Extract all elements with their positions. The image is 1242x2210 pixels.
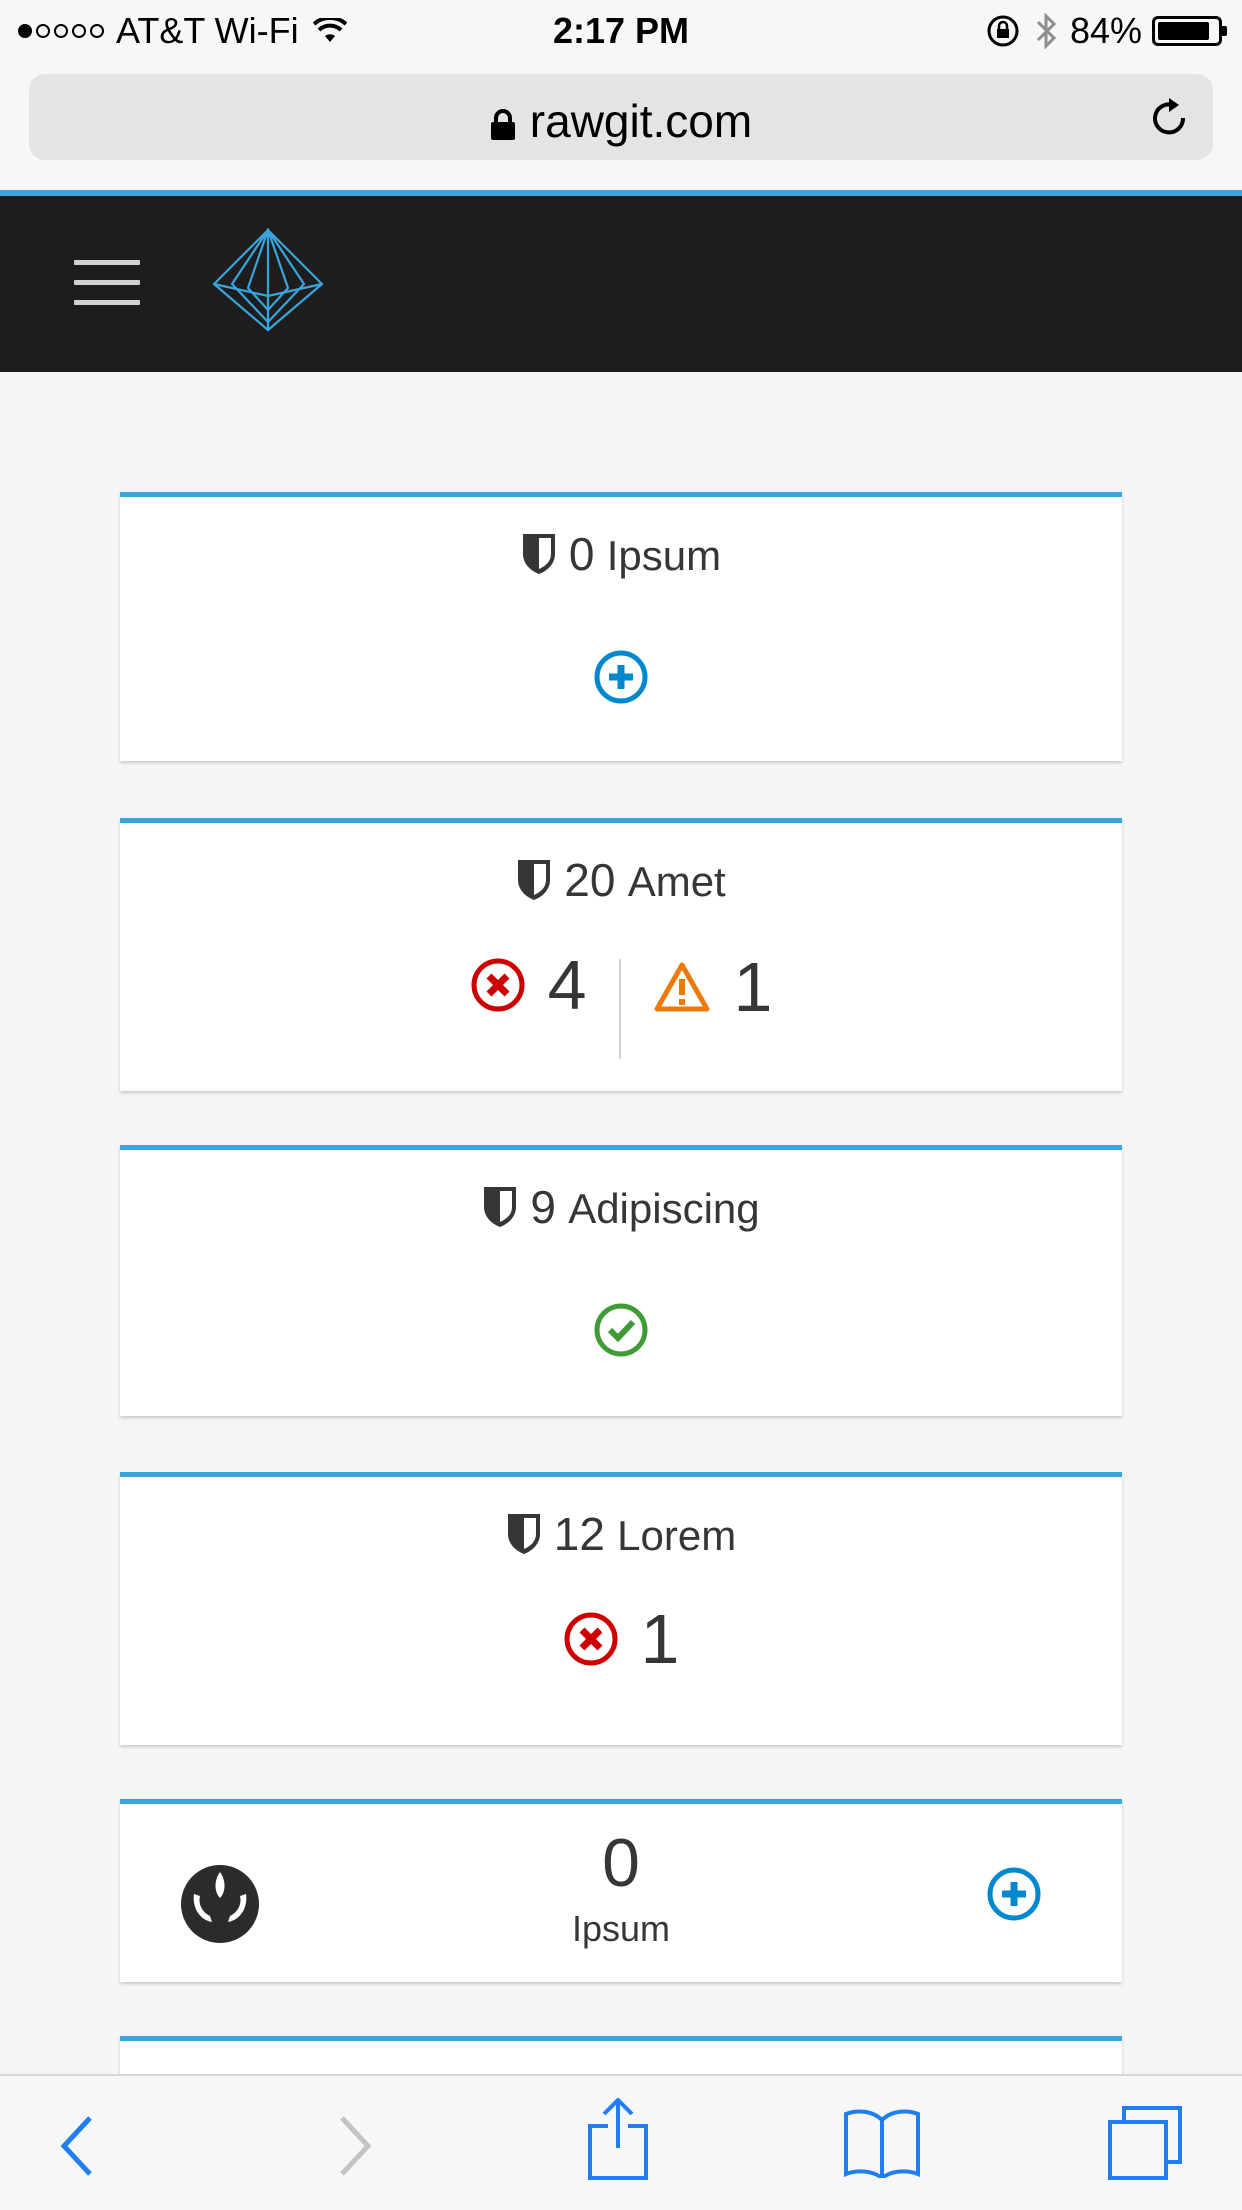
url-text: rawgit.com: [529, 95, 753, 147]
card-ipsum[interactable]: 0 Ipsum: [120, 492, 1122, 761]
card-name: Ipsum: [606, 532, 722, 579]
divider: [619, 958, 621, 1059]
error-circle-icon: [471, 958, 525, 1012]
url-field[interactable]: rawgit.com: [29, 74, 1213, 160]
add-circle-icon[interactable]: [986, 1866, 1042, 1922]
card-amet[interactable]: 20 Amet 4 1: [120, 818, 1122, 1091]
error-count: 1: [640, 1600, 680, 1678]
shield-icon: [518, 860, 551, 900]
warning-stat[interactable]: 1: [653, 947, 772, 1027]
error-stat[interactable]: 4: [470, 945, 587, 1025]
browser-toolbar: [0, 2074, 1242, 2210]
card-name: Adipiscing: [568, 1185, 760, 1232]
shield-icon: [522, 534, 555, 574]
brand-logo: [212, 228, 324, 332]
browser-address-bar: rawgit.com: [0, 64, 1242, 190]
card-rebel-ipsum[interactable]: 0 Ipsum: [120, 1799, 1122, 1982]
rotation-lock-icon: [987, 15, 1019, 47]
card-count: 20: [564, 854, 616, 906]
card-title: 20 Amet: [120, 853, 1122, 907]
back-icon[interactable]: [58, 2114, 98, 2178]
hamburger-menu-icon[interactable]: [74, 260, 140, 306]
shield-icon: [484, 1187, 517, 1227]
lock-icon: [490, 108, 515, 140]
card-name: Amet: [627, 858, 726, 905]
warning-triangle-icon: [654, 962, 710, 1012]
bluetooth-icon: [1036, 12, 1057, 50]
error-circle-icon: [564, 1612, 618, 1666]
card-adipiscing[interactable]: 9 Adipiscing: [120, 1145, 1122, 1416]
card-name: Lorem: [617, 1512, 737, 1559]
forward-icon[interactable]: [334, 2114, 374, 2178]
card-count: 12: [553, 1508, 605, 1560]
split-center: 0 Ipsum: [120, 1824, 1122, 1950]
battery-percent: 84%: [1069, 10, 1142, 51]
card-count: 0: [602, 1825, 640, 1901]
card-title: 9 Adipiscing: [120, 1180, 1122, 1234]
share-icon[interactable]: [586, 2098, 650, 2182]
card-title: 0 Ipsum: [120, 527, 1122, 581]
card-count: 0: [568, 528, 595, 580]
reload-icon[interactable]: [1149, 96, 1191, 140]
bookmarks-icon[interactable]: [842, 2106, 922, 2178]
masthead: [0, 196, 1242, 372]
card-lorem[interactable]: 12 Lorem 1: [120, 1472, 1122, 1745]
error-stat[interactable]: 1: [563, 1599, 680, 1679]
status-bar: AT&T Wi-Fi 2:17 PM 84%: [0, 0, 1242, 64]
add-circle-icon[interactable]: [593, 649, 649, 705]
card-title: 12 Lorem: [120, 1507, 1122, 1561]
card-name: Ipsum: [571, 1908, 671, 1949]
error-count: 4: [547, 946, 587, 1024]
warning-count: 1: [733, 948, 773, 1026]
tabs-icon[interactable]: [1106, 2104, 1184, 2182]
shield-icon: [507, 1514, 540, 1554]
ok-check-circle-icon: [594, 1303, 648, 1357]
card-count: 9: [530, 1181, 556, 1233]
battery-icon: [1152, 16, 1227, 46]
